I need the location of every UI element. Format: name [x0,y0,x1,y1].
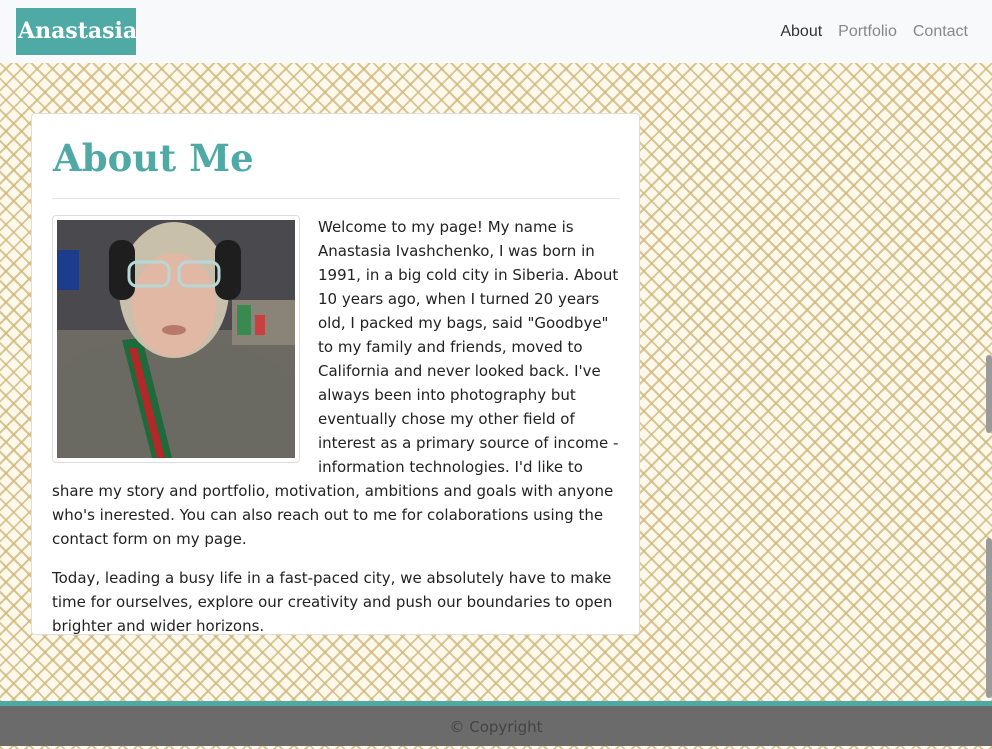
title-divider [52,198,620,199]
navbar: Anastasia Ivashchenko About Portfolio Co… [0,0,992,63]
about-card: About Me Welcome to my page! My name is … [31,113,640,635]
nav-link-contact[interactable]: Contact [913,23,968,41]
profile-photo [52,215,300,463]
about-title: About Me [53,136,254,180]
nav-links: About Portfolio Contact [780,0,968,63]
about-body: Welcome to my page! My name is Anastasia… [52,215,622,653]
footer: © Copyright [0,701,992,746]
nav-link-about[interactable]: About [780,23,822,41]
copyright-text: © Copyright [449,718,543,736]
scrollbar-thumb[interactable] [986,355,992,433]
profile-photo-image [57,220,295,458]
nav-link-portfolio[interactable]: Portfolio [838,23,897,41]
scrollbar-thumb-lower[interactable] [986,538,992,698]
brand-logo[interactable]: Anastasia Ivashchenko [16,8,136,55]
about-paragraph-2: Today, leading a busy life in a fast-pac… [52,569,613,635]
